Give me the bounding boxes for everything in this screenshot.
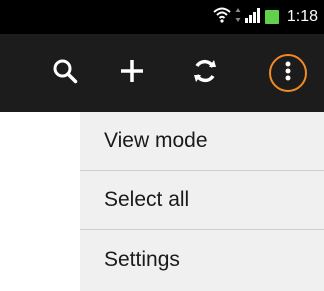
refresh-icon <box>192 58 218 89</box>
add-icon <box>119 58 145 89</box>
refresh-button[interactable] <box>173 34 237 112</box>
wifi-icon <box>213 7 231 28</box>
more-options-button[interactable] <box>256 34 320 112</box>
more-options-icon <box>285 61 291 86</box>
menu-divider <box>80 229 324 230</box>
search-icon <box>52 58 78 89</box>
add-button[interactable] <box>100 34 164 112</box>
data-arrows-icon <box>235 7 241 28</box>
status-time: 1:18 <box>286 8 318 25</box>
menu-item-settings[interactable]: Settings <box>80 231 324 288</box>
status-icons: 1:18 <box>213 0 318 34</box>
overflow-menu: View mode Select all Settings <box>80 112 324 291</box>
action-toolbar <box>0 34 324 112</box>
menu-item-select-all[interactable]: Select all <box>80 171 324 228</box>
signal-icon <box>244 7 261 28</box>
menu-item-view-mode[interactable]: View mode <box>80 112 324 169</box>
search-button[interactable] <box>33 34 97 112</box>
status-bar: 1:18 <box>0 0 324 34</box>
more-options-highlight <box>269 54 307 92</box>
battery-icon <box>264 10 279 24</box>
